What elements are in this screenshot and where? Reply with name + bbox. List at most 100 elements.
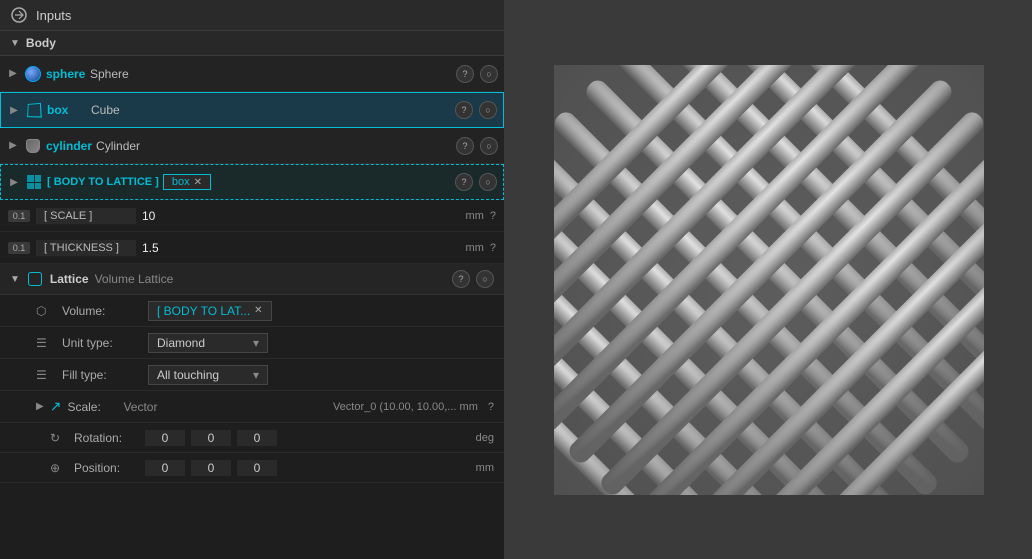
- scale-unit: mm: [460, 401, 478, 413]
- node-row-sphere[interactable]: ▶ sphere Sphere ? ○: [0, 56, 504, 92]
- filltype-value: All touching: [157, 368, 219, 382]
- lattice-circle-btn[interactable]: ○: [476, 270, 494, 288]
- rotation-val1[interactable]: 0: [145, 430, 185, 446]
- sphere-help-btn[interactable]: ?: [456, 65, 474, 83]
- unittype-label: Unit type:: [62, 336, 142, 350]
- volume-node-label: [ BODY TO LAT...: [157, 304, 250, 318]
- rotation-label: Rotation:: [74, 431, 139, 445]
- thickness-value[interactable]: 1.5: [142, 241, 460, 255]
- unittype-icon: ☰: [36, 336, 56, 350]
- cylinder-label: cylinder: [46, 139, 92, 153]
- lattice-preview-svg: [554, 65, 984, 495]
- node-row-cylinder[interactable]: ▶ cylinder Cylinder ? ○: [0, 128, 504, 164]
- thickness-label: [ THICKNESS ]: [36, 240, 136, 256]
- scale-help[interactable]: ?: [490, 210, 496, 222]
- rotation-icon: ↻: [50, 431, 68, 445]
- sphere-label: sphere: [46, 67, 86, 81]
- cylinder-circle-btn[interactable]: ○: [480, 137, 498, 155]
- btl-icon: [25, 173, 43, 191]
- volume-icon: ⬡: [36, 304, 56, 318]
- btl-tag: box ✕: [163, 174, 211, 190]
- filltype-icon: ☰: [36, 368, 56, 382]
- lattice-header-actions: ? ○: [452, 270, 494, 288]
- position-val2[interactable]: 0: [191, 460, 231, 476]
- cylinder-actions: ? ○: [456, 137, 498, 155]
- scale-unit: mm: [466, 210, 484, 222]
- btl-circle-btn[interactable]: ○: [479, 173, 497, 191]
- box-label: box: [47, 103, 87, 117]
- lattice-subtitle: Volume Lattice: [95, 272, 174, 286]
- unittype-arrow: ▾: [253, 336, 259, 350]
- scale-vector-expand[interactable]: ▶: [36, 401, 44, 412]
- btl-tag-close[interactable]: ✕: [194, 177, 202, 188]
- filltype-dropdown[interactable]: All touching ▾: [148, 365, 268, 385]
- volume-label: Volume:: [62, 304, 142, 318]
- scale-label: [ SCALE ]: [36, 208, 136, 224]
- volume-connected-node[interactable]: [ BODY TO LAT... ✕: [148, 301, 272, 321]
- sphere-name: Sphere: [90, 67, 452, 81]
- body-section-title: Body: [26, 36, 56, 50]
- box-actions: ? ○: [455, 101, 497, 119]
- node-row-body-to-lattice[interactable]: ▶ [ BODY TO LATTICE ] box ✕ ? ○: [0, 164, 504, 200]
- body-chevron: ▼: [10, 38, 20, 49]
- position-val1[interactable]: 0: [145, 460, 185, 476]
- scale-param-row: 0.1 [ SCALE ] 10 mm ?: [0, 200, 504, 232]
- scale-vector-info: Vector_0 (10.00, 10.00,... mm: [333, 401, 478, 413]
- box-name: Cube: [91, 103, 451, 117]
- thickness-badge: 0.1: [8, 242, 30, 254]
- panel-title: Inputs: [36, 8, 71, 23]
- lattice-header[interactable]: ▼ Lattice Volume Lattice ? ○: [0, 264, 504, 295]
- box-expand: ▶: [7, 105, 21, 116]
- preview-panel: [505, 0, 1032, 559]
- btl-label: [ BODY TO LATTICE ]: [47, 176, 159, 188]
- rotation-val3[interactable]: 0: [237, 430, 277, 446]
- lattice-section-icon: [26, 270, 44, 288]
- box-icon: [25, 101, 43, 119]
- rotation-row: ↻ Rotation: 0 0 0 deg: [0, 423, 504, 453]
- box-help-btn[interactable]: ?: [455, 101, 473, 119]
- position-label: Position:: [74, 461, 139, 475]
- unittype-dropdown[interactable]: Diamond ▾: [148, 333, 268, 353]
- sphere-circle-btn[interactable]: ○: [480, 65, 498, 83]
- body-section-header[interactable]: ▼ Body: [0, 31, 504, 56]
- btl-help-btn[interactable]: ?: [455, 173, 473, 191]
- node-row-box[interactable]: ▶ box Cube ? ○: [0, 92, 504, 128]
- lattice-help-btn[interactable]: ?: [452, 270, 470, 288]
- box-circle-btn[interactable]: ○: [479, 101, 497, 119]
- thickness-help[interactable]: ?: [490, 242, 496, 254]
- sphere-expand: ▶: [6, 68, 20, 79]
- rotation-val2[interactable]: 0: [191, 430, 231, 446]
- scale-vector-row: ▶ ↗ Scale: Vector Vector_0 (10.00, 10.00…: [0, 391, 504, 423]
- lattice-chevron: ▼: [10, 274, 20, 285]
- volume-value: [ BODY TO LAT... ✕: [148, 301, 272, 321]
- scale-value-info: (10.00, 10.00,...: [379, 401, 456, 413]
- unittype-value: Diamond: [157, 336, 205, 350]
- scale-vector-help[interactable]: ?: [488, 401, 494, 413]
- position-unit: mm: [476, 462, 494, 474]
- filltype-arrow: ▾: [253, 368, 259, 382]
- thickness-unit: mm: [466, 242, 484, 254]
- thickness-param-row: 0.1 [ THICKNESS ] 1.5 mm ?: [0, 232, 504, 264]
- btl-actions: ? ○: [455, 173, 497, 191]
- inputs-icon: [10, 6, 28, 24]
- cylinder-icon: [24, 137, 42, 155]
- scale-vector-icon: ↗: [50, 398, 62, 415]
- lattice-volume-row: ⬡ Volume: [ BODY TO LAT... ✕: [0, 295, 504, 327]
- scale-badge: 0.1: [8, 210, 30, 222]
- position-icon: ⊕: [50, 461, 68, 475]
- left-panel: Inputs ▼ Body ▶ sphere Sphere ? ○ ▶ box …: [0, 0, 505, 559]
- scale-vector-label: Scale:: [67, 400, 117, 414]
- position-val3[interactable]: 0: [237, 460, 277, 476]
- lattice-unittype-row: ☰ Unit type: Diamond ▾: [0, 327, 504, 359]
- btl-expand: ▶: [7, 177, 21, 188]
- volume-node-close[interactable]: ✕: [254, 305, 262, 316]
- lattice-title: Lattice: [50, 272, 89, 286]
- scale-value-name: Vector_0: [333, 401, 376, 413]
- filltype-label: Fill type:: [62, 368, 142, 382]
- position-row: ⊕ Position: 0 0 0 mm: [0, 453, 504, 483]
- lattice-section: ▼ Lattice Volume Lattice ? ○ ⬡ Volume: […: [0, 264, 504, 483]
- cylinder-help-btn[interactable]: ?: [456, 137, 474, 155]
- rotation-unit: deg: [476, 432, 494, 444]
- preview-canvas: [554, 65, 984, 495]
- scale-value[interactable]: 10: [142, 209, 460, 223]
